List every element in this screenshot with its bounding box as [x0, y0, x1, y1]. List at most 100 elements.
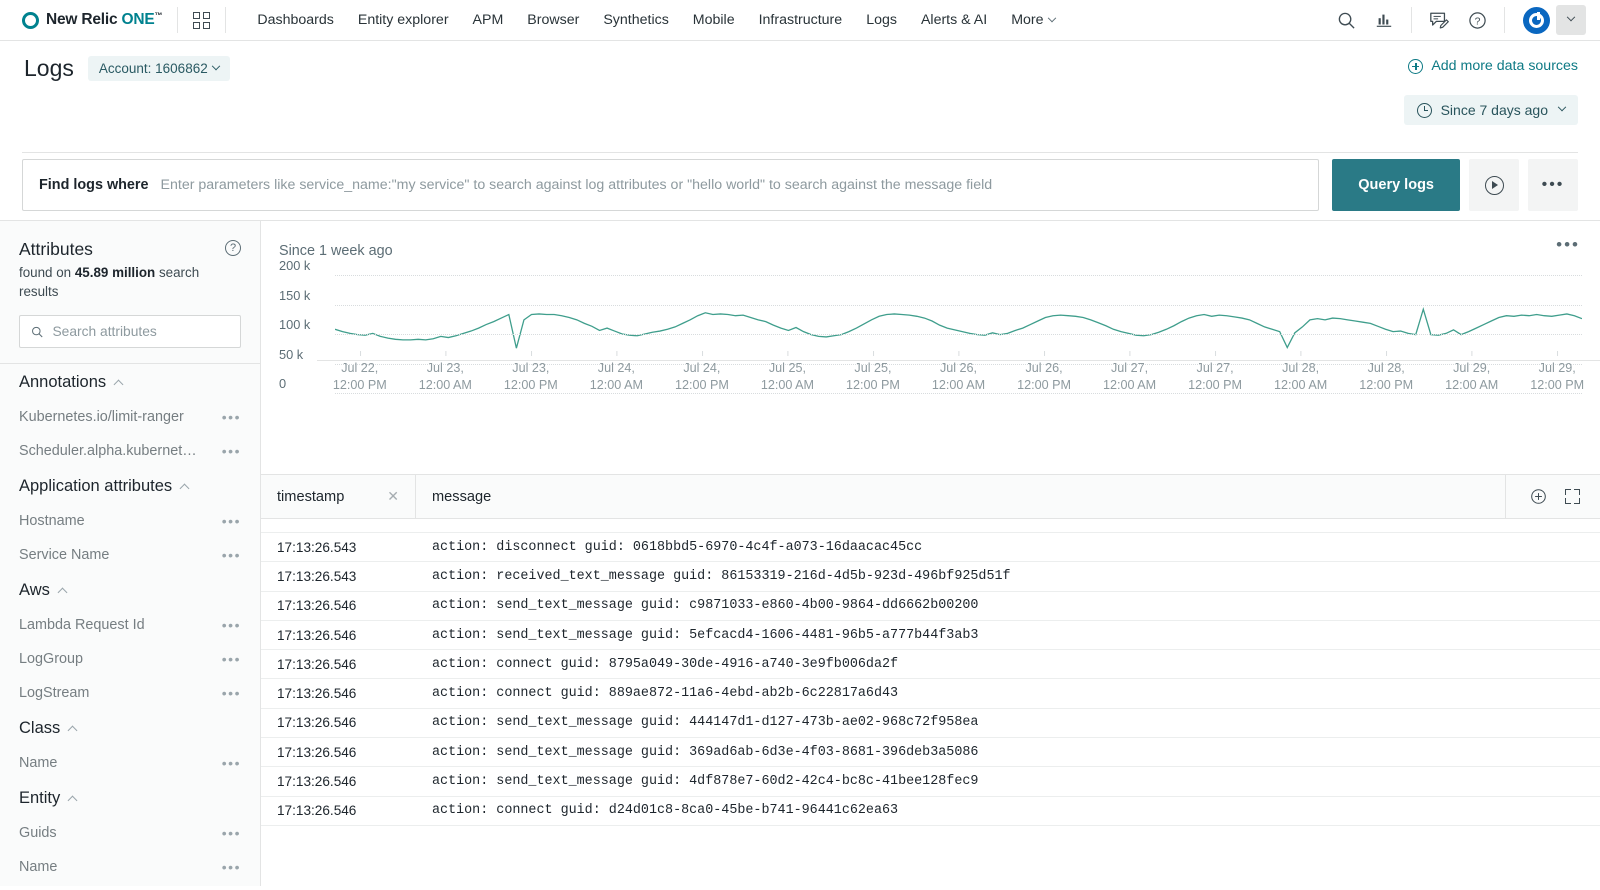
attribute-label: Scheduler.alpha.kubernet…	[19, 443, 197, 460]
table-row[interactable]: 17:13:26.546 action: connect guid: d24d01…	[261, 797, 1600, 826]
attribute-group-annotations[interactable]: Annotations	[0, 364, 260, 400]
table-row[interactable]: 17:13:26.546 action: send_text_message gu…	[261, 709, 1600, 739]
group-label: Aws	[19, 581, 50, 600]
attribute-item-loggroup[interactable]: LogGroup •••	[0, 642, 260, 676]
attributes-subtitle: found on 45.89 million search results	[19, 263, 241, 301]
nav-item-mobile[interactable]: Mobile	[681, 6, 747, 34]
search-attributes-input[interactable]	[52, 324, 229, 340]
fullscreen-icon[interactable]	[1565, 489, 1580, 504]
nav-item-alerts-ai[interactable]: Alerts & AI	[909, 6, 999, 34]
chart-x-tick-label: Jul 23, 12:00 AM	[419, 351, 472, 395]
ellipsis-icon[interactable]: •••	[222, 547, 241, 563]
help-icon[interactable]: ?	[225, 240, 241, 256]
chevron-down-icon	[1557, 102, 1567, 112]
table-row[interactable]: 17:13:26.546 action: send_text_message gu…	[261, 621, 1600, 651]
chart-x-tick-label: Jul 25, 12:00 AM	[761, 351, 814, 395]
account-selector[interactable]: Account: 1606862	[87, 56, 230, 81]
attribute-group-application-attributes[interactable]: Application attributes	[0, 468, 260, 504]
table-row[interactable]: 17:13:26.543action: send_text_message gu…	[261, 519, 1600, 533]
attributes-header: Attributes found on 45.89 million search…	[0, 221, 260, 301]
chart-y-tick-label: 200 k	[279, 258, 311, 273]
table-row[interactable]: 17:13:26.543 action: disconnect guid: 061…	[261, 533, 1600, 563]
chart-gridline	[335, 275, 1582, 276]
table-row[interactable]: 17:13:26.546 action: send_text_message gu…	[261, 767, 1600, 797]
chart-more-options-button[interactable]: •••	[1556, 236, 1580, 253]
attribute-item-lambda-request-id[interactable]: Lambda Request Id •••	[0, 608, 260, 642]
table-row[interactable]: 17:13:26.546 action: connect guid: 889ae8…	[261, 679, 1600, 709]
feedback-icon[interactable]	[1422, 3, 1456, 37]
app-launcher-icon[interactable]	[193, 11, 211, 29]
attribute-group-aws[interactable]: Aws	[0, 572, 260, 608]
ellipsis-icon[interactable]: •••	[222, 513, 241, 529]
ellipsis-icon[interactable]: •••	[222, 443, 241, 459]
page-header: Logs Account: 1606862 Add more data sour…	[0, 41, 1600, 153]
chart-x-tick-label: Jul 26, 12:00 AM	[932, 351, 985, 395]
add-column-icon[interactable]	[1530, 488, 1547, 505]
time-range-picker[interactable]: Since 7 days ago	[1403, 95, 1578, 125]
find-logs-box[interactable]: Find logs where	[22, 159, 1320, 211]
search-input[interactable]	[160, 177, 1303, 193]
table-row[interactable]: 17:13:26.546 action: connect guid: 8795a0…	[261, 650, 1600, 680]
attribute-item-logstream[interactable]: LogStream •••	[0, 676, 260, 710]
ellipsis-icon[interactable]: •••	[222, 685, 241, 701]
cell-timestamp: 17:13:26.546	[277, 686, 357, 702]
nav-item-more-label: More	[1011, 12, 1044, 28]
help-icon[interactable]: ?	[1460, 3, 1494, 37]
ellipsis-icon[interactable]: •••	[222, 617, 241, 633]
close-icon[interactable]: ✕	[387, 488, 399, 505]
table-row[interactable]: 17:13:26.546 action: send_text_message gu…	[261, 592, 1600, 621]
attribute-groups: Annotations Kubernetes.io/limit-ranger •…	[0, 364, 260, 884]
add-data-sources-label: Add more data sources	[1431, 58, 1578, 74]
attributes-title: Attributes	[19, 239, 93, 259]
chart-y-tick-label: 50 k	[279, 346, 304, 362]
nav-item-entity-explorer[interactable]: Entity explorer	[346, 6, 461, 34]
chart-x-tick-label: Jul 25, 12:00 PM	[846, 351, 900, 395]
group-label: Application attributes	[19, 477, 173, 496]
attributes-search-box[interactable]	[19, 315, 241, 349]
logs-table: timestamp ✕ message 17:13:26.543 action:…	[261, 474, 1600, 886]
ellipsis-icon[interactable]: •••	[222, 825, 241, 841]
avatar[interactable]	[1523, 6, 1550, 34]
search-icon[interactable]	[1329, 3, 1363, 37]
ellipsis-icon[interactable]: •••	[222, 409, 241, 425]
ellipsis-icon[interactable]: •••	[222, 755, 241, 771]
nav-item-browser[interactable]: Browser	[515, 6, 591, 34]
attribute-item-class-name[interactable]: Name •••	[0, 746, 260, 780]
ellipsis-icon[interactable]: •••	[222, 651, 241, 667]
cell-message: action: send_text_message guid: 4df878e7…	[432, 774, 979, 790]
group-label: Annotations	[19, 373, 107, 392]
table-row[interactable]: 17:13:26.543 action: received_text_messag…	[261, 562, 1600, 592]
account-menu-button[interactable]	[1556, 5, 1586, 35]
nav-item-logs[interactable]: Logs	[854, 6, 909, 34]
attribute-item-entity-name[interactable]: Name •••	[0, 850, 260, 884]
column-header-timestamp[interactable]: timestamp ✕	[261, 475, 416, 518]
add-data-sources-button[interactable]: Add more data sources	[1408, 58, 1578, 74]
attribute-label: Name	[19, 755, 58, 772]
nav-item-dashboards[interactable]: Dashboards	[245, 6, 346, 34]
attribute-group-class[interactable]: Class	[0, 710, 260, 746]
query-logs-button[interactable]: Query logs	[1332, 159, 1460, 211]
brand-logo[interactable]: New Relic ONE™	[22, 11, 163, 29]
logs-table-body: 17:13:26.543 action: send_text_message gu…	[261, 519, 1600, 886]
attribute-item-entity-guids[interactable]: Guids •••	[0, 816, 260, 850]
nav-item-infrastructure[interactable]: Infrastructure	[747, 6, 855, 34]
search-icon	[32, 326, 43, 337]
nav-item-apm[interactable]: APM	[461, 6, 516, 34]
nav-item-more[interactable]: More	[999, 6, 1066, 34]
cell-message: action: send_text_message guid: 5efcacd4…	[432, 627, 979, 643]
cell-timestamp: 17:13:26.543	[277, 568, 357, 584]
chart-icon[interactable]	[1367, 3, 1401, 37]
attribute-item-hostname[interactable]: Hostname •••	[0, 504, 260, 538]
attribute-item-service-name[interactable]: Service Name •••	[0, 538, 260, 572]
nav-item-synthetics[interactable]: Synthetics	[591, 6, 680, 34]
table-row[interactable]: 17:13:26.546 action: send_text_message gu…	[261, 738, 1600, 768]
attribute-item-kubernetes-limit-ranger[interactable]: Kubernetes.io/limit-ranger •••	[0, 400, 260, 434]
attribute-group-entity[interactable]: Entity	[0, 780, 260, 816]
column-header-message-label: message	[432, 488, 492, 505]
column-header-message[interactable]: message	[416, 475, 507, 518]
chevron-down-icon	[1566, 12, 1576, 22]
run-query-button[interactable]	[1469, 159, 1519, 211]
query-more-options-button[interactable]: •••	[1528, 159, 1578, 211]
ellipsis-icon[interactable]: •••	[222, 859, 241, 875]
attribute-item-scheduler-alpha-kubernetes[interactable]: Scheduler.alpha.kubernet… •••	[0, 434, 260, 468]
